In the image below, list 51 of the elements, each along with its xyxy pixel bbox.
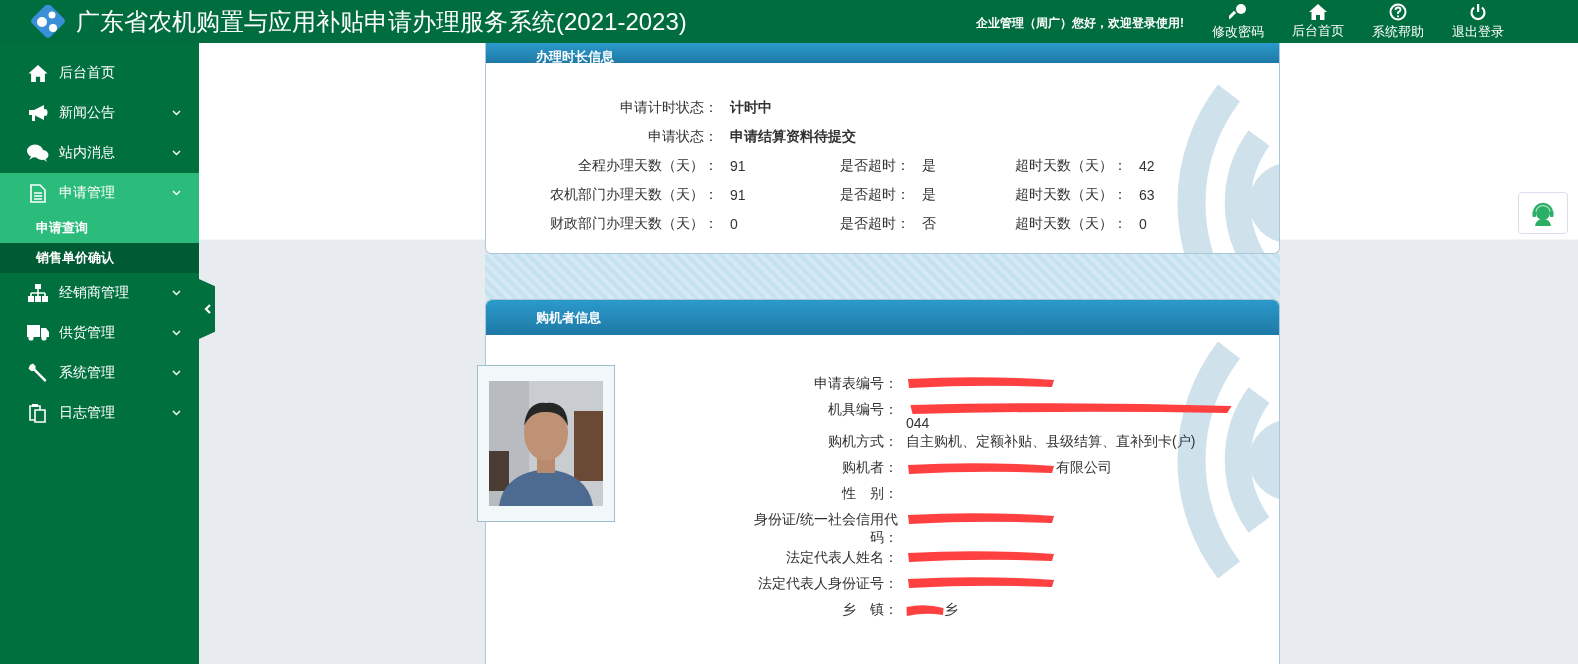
field-value: 0 <box>1139 215 1147 232</box>
sidebar-item[interactable]: 后台首页 <box>0 53 199 93</box>
field-label: 申请计时状态： <box>619 98 718 117</box>
field-value: 42 <box>1139 157 1155 174</box>
panel-header: 购机者信息 <box>486 300 1279 335</box>
welcome-text: 企业管理（周广）您好，欢迎登录使用! <box>976 15 1184 32</box>
field-label: 乡 镇： <box>842 601 898 619</box>
field-value: 申请结算资料待提交 <box>730 127 856 146</box>
field-label: 农机部门办理天数（天）： <box>549 185 718 204</box>
submenu-item[interactable]: 销售单价确认 <box>0 243 199 273</box>
app-title: 广东省农机购置与应用补贴申请办理服务系统(2021-2023) <box>76 6 688 37</box>
header-nav-link[interactable]: 后台首页 <box>1278 3 1358 40</box>
field-label: 性 别： <box>842 485 898 503</box>
header-nav-link[interactable]: 修改密码 <box>1198 2 1278 41</box>
header-nav-link[interactable]: 退出登录 <box>1438 2 1518 41</box>
field-label: 超时天数（天）： <box>1014 214 1127 233</box>
field-label: 财政部门办理天数（天）： <box>549 214 718 233</box>
field-value: 91 <box>730 157 747 174</box>
field-label: 是否超时： <box>839 156 910 175</box>
field-label: 申请表编号： <box>814 375 898 393</box>
field-value: 63 <box>1139 186 1155 203</box>
field-value: 91 <box>730 186 747 203</box>
header-nav-link[interactable]: 系统帮助 <box>1358 2 1438 41</box>
field-value: 自主购机、定额补贴、县级结算、直补到卡(户) <box>906 433 1196 451</box>
field-label: 身份证/统一社会信用代码： <box>753 511 898 547</box>
field-label: 法定代表人姓名： <box>786 549 898 567</box>
field-label: 是否超时： <box>839 185 910 204</box>
field-label: 是否超时： <box>839 214 910 233</box>
field-value: 乡 <box>944 601 958 619</box>
field-value: 计时中 <box>730 98 772 117</box>
sidebar-item[interactable]: 供货管理 <box>0 313 199 353</box>
field-label: 机具编号： <box>828 401 898 419</box>
sidebar-item[interactable]: 经销商管理 <box>0 273 199 313</box>
field-label: 超时天数（天）： <box>1014 185 1127 204</box>
field-label: 申请状态： <box>647 127 718 146</box>
field-label: 法定代表人身份证号： <box>758 575 898 593</box>
field-value: 是 <box>922 185 937 204</box>
field-label: 全程办理天数（天）： <box>577 156 718 175</box>
field-value: 044 <box>906 415 930 431</box>
field-value: 否 <box>922 214 937 233</box>
field-value: 有限公司 <box>1056 459 1112 477</box>
field-label: 购机者： <box>842 459 898 477</box>
field-label: 超时天数（天）： <box>1014 156 1127 175</box>
panel-header: 办理时长信息 <box>486 43 1279 63</box>
sidebar-item[interactable]: 站内消息 <box>0 133 199 173</box>
sidebar-item[interactable]: 新闻公告 <box>0 93 199 133</box>
sidebar-item[interactable]: 系统管理 <box>0 353 199 393</box>
field-value: 是 <box>922 156 937 175</box>
field-value: 0 <box>730 215 739 232</box>
field-label: 购机方式： <box>828 433 898 451</box>
sidebar-item[interactable]: 日志管理 <box>0 393 199 433</box>
